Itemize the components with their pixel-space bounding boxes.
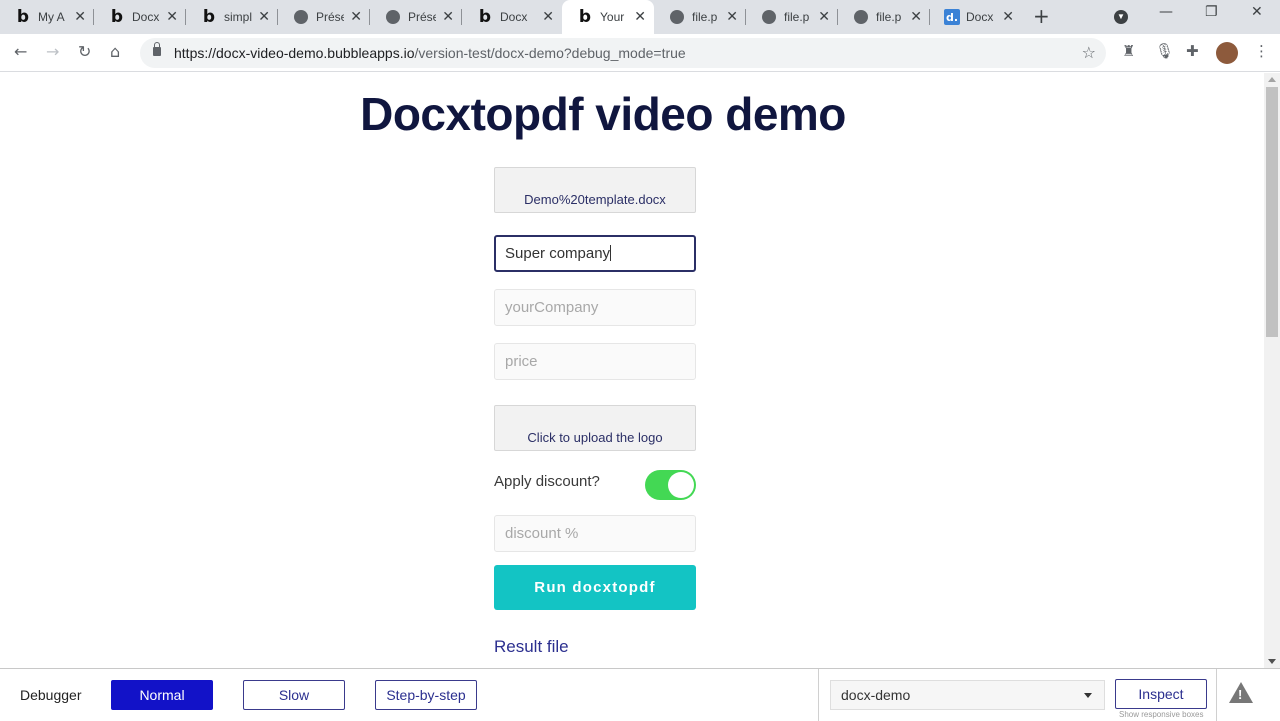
discount-placeholder: discount %	[505, 525, 579, 542]
browser-tab[interactable]: b Docx ✕	[462, 0, 562, 34]
scroll-up-icon[interactable]	[1268, 77, 1276, 82]
scroll-down-icon[interactable]	[1268, 659, 1276, 664]
close-icon[interactable]: ✕	[166, 9, 178, 25]
tab-title: Docx	[966, 10, 994, 24]
globe-icon	[762, 10, 776, 24]
browser-tab[interactable]: Prése ✕	[278, 0, 370, 34]
close-icon[interactable]: ✕	[74, 9, 86, 25]
tab-title: Prése	[408, 10, 436, 24]
tab-title: file.p	[784, 10, 810, 24]
close-icon[interactable]: ✕	[1002, 9, 1014, 25]
debugger-label: Debugger	[20, 687, 82, 703]
globe-icon	[386, 10, 400, 24]
browser-tab[interactable]: b Docx ✕	[94, 0, 186, 34]
price-input[interactable]: price	[494, 343, 696, 380]
price-placeholder: price	[505, 353, 538, 370]
scroll-thumb[interactable]	[1266, 87, 1278, 337]
browser-tabstrip: b My A ✕ b Docx ✕ b simpl ✕ Prése ✕ Prés…	[0, 0, 1280, 34]
run-docxtopdf-button[interactable]: Run docxtopdf	[494, 565, 696, 610]
page-scrollbar[interactable]	[1264, 73, 1280, 668]
close-icon[interactable]: ✕	[910, 9, 922, 25]
kebab-menu-icon[interactable]: ⋮	[1254, 42, 1269, 60]
bubble-favicon-icon: b	[202, 7, 216, 27]
browser-tab-active[interactable]: b Your ✕	[562, 0, 654, 34]
bookmark-star-icon[interactable]: ☆	[1082, 43, 1096, 62]
logo-upload-label: Click to upload the logo	[527, 430, 663, 445]
logo-uploader[interactable]: Click to upload the logo	[494, 405, 696, 451]
template-file-name: Demo%20template.docx	[524, 192, 666, 207]
browser-tab[interactable]: b simpl ✕	[186, 0, 278, 34]
result-file-link[interactable]: Result file	[494, 637, 569, 657]
window-close-icon[interactable]: ✕	[1251, 4, 1263, 20]
debug-mode-normal-button[interactable]: Normal	[111, 680, 213, 710]
tab-title: simpl	[224, 10, 252, 24]
tab-title: file.p	[692, 10, 718, 24]
browser-toolbar: ← → ↻ ⌂ https://docx-video-demo.bubbleap…	[0, 34, 1280, 72]
client-name-input[interactable]: Super company	[494, 235, 696, 272]
url-text: https://docx-video-demo.bubbleapps.io/ve…	[174, 45, 686, 61]
tab-title: My A	[38, 10, 65, 24]
debug-mode-step-button[interactable]: Step-by-step	[375, 680, 477, 710]
page-selector[interactable]: docx-demo	[830, 680, 1105, 710]
lock-icon	[153, 42, 161, 56]
page-content: Docxtopdf video demo Demo%20template.doc…	[0, 73, 1264, 668]
tab-title: Docx	[132, 10, 160, 24]
apply-discount-toggle[interactable]	[645, 470, 696, 500]
template-file-uploader[interactable]: Demo%20template.docx	[494, 167, 696, 213]
close-icon[interactable]: ✕	[350, 9, 362, 25]
restore-icon[interactable]: ❐	[1205, 4, 1218, 20]
microphone-icon[interactable]: 🎙	[1155, 42, 1174, 60]
show-responsive-boxes-link[interactable]: Show responsive boxes	[1119, 710, 1204, 719]
close-icon[interactable]: ✕	[634, 9, 646, 25]
globe-icon	[294, 10, 308, 24]
inspect-button[interactable]: Inspect	[1115, 679, 1207, 709]
tab-title: Your	[600, 10, 625, 24]
text-caret	[610, 245, 612, 261]
bubble-favicon-icon: b	[110, 7, 124, 27]
extension-icon[interactable]: ♜	[1122, 42, 1135, 60]
close-icon[interactable]: ✕	[258, 9, 270, 25]
close-icon[interactable]: ✕	[542, 9, 554, 25]
browser-tab[interactable]: Prése ✕	[370, 0, 462, 34]
warning-icon[interactable]: !	[1229, 682, 1253, 703]
tab-title: file.p	[876, 10, 902, 24]
close-icon[interactable]: ✕	[442, 9, 454, 25]
bubble-favicon-icon: b	[478, 7, 492, 27]
back-icon[interactable]: ←	[14, 42, 27, 61]
page-selector-value: docx-demo	[841, 687, 911, 703]
minimize-icon[interactable]: —	[1159, 4, 1173, 20]
bubble-favicon-icon: b	[16, 7, 30, 27]
reload-icon[interactable]: ↻	[78, 42, 91, 61]
browser-tab[interactable]: b My A ✕	[0, 0, 94, 34]
discount-input[interactable]: discount %	[494, 515, 696, 552]
browser-tab[interactable]: d. Docx ✕	[930, 0, 1022, 34]
page-title: Docxtopdf video demo	[360, 88, 846, 140]
puzzle-extensions-icon[interactable]: ✚	[1186, 42, 1199, 60]
your-company-input[interactable]: yourCompany	[494, 289, 696, 326]
discount-label: Apply discount?	[494, 473, 600, 490]
browser-tab[interactable]: file.p ✕	[746, 0, 838, 34]
browser-tab[interactable]: file.p ✕	[838, 0, 930, 34]
home-icon[interactable]: ⌂	[110, 42, 120, 61]
toggle-knob	[668, 472, 694, 498]
close-icon[interactable]: ✕	[818, 9, 830, 25]
close-icon[interactable]: ✕	[726, 9, 738, 25]
address-bar[interactable]: https://docx-video-demo.bubbleapps.io/ve…	[140, 38, 1106, 68]
your-company-placeholder: yourCompany	[505, 299, 599, 316]
tab-title: Docx	[500, 10, 528, 24]
client-name-value: Super company	[505, 245, 611, 262]
chevron-down-icon	[1084, 693, 1092, 698]
debug-mode-slow-button[interactable]: Slow	[243, 680, 345, 710]
debugger-bar: Debugger Normal Slow Step-by-step docx-d…	[0, 668, 1280, 721]
globe-icon	[670, 10, 684, 24]
docx-favicon-icon: d.	[944, 9, 960, 25]
profile-avatar[interactable]	[1216, 42, 1238, 64]
browser-tab[interactable]: file.p ✕	[654, 0, 746, 34]
tab-search-icon[interactable]: ▼	[1114, 10, 1128, 24]
tab-title: Prése	[316, 10, 344, 24]
new-tab-icon[interactable]: +	[1033, 4, 1050, 28]
forward-icon[interactable]: →	[46, 42, 59, 61]
globe-icon	[854, 10, 868, 24]
bubble-favicon-icon: b	[578, 7, 592, 27]
